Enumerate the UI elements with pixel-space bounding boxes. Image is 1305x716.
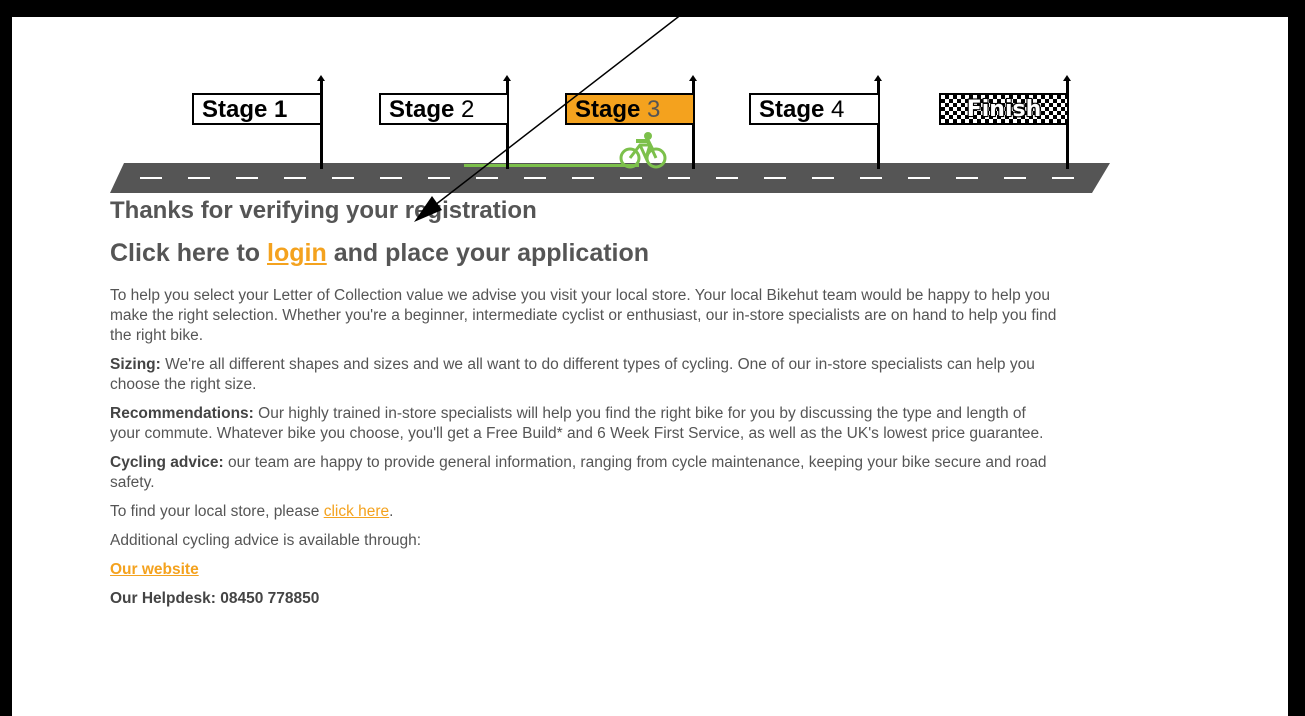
- stage-3-flag: Stage 3: [565, 93, 695, 125]
- login-call-to-action: Click here to login and place your appli…: [110, 239, 1270, 268]
- stage-3-word: Stage: [575, 96, 641, 123]
- stage-1-number: 1: [274, 96, 288, 123]
- sizing-paragraph: Sizing: We're all different shapes and s…: [110, 355, 1060, 395]
- stage-4-number: 4: [831, 96, 845, 123]
- stage-1-flag: Stage 1: [192, 93, 322, 125]
- login-link[interactable]: login: [267, 239, 327, 267]
- cta-suffix: and place your application: [333, 239, 650, 267]
- progress-track: [464, 164, 639, 167]
- cycling-advice-paragraph: Cycling advice: our team are happy to pr…: [110, 453, 1060, 493]
- store-suffix: .: [389, 503, 394, 520]
- stage-4-word: Stage: [759, 96, 825, 123]
- stage-2-flag: Stage 2: [379, 93, 509, 125]
- sizing-label: Sizing:: [110, 356, 161, 373]
- finish-flag: Finish: [939, 93, 1069, 125]
- stage-2-word: Stage: [389, 96, 455, 123]
- stage-2-number: 2: [461, 96, 475, 123]
- stage-progress-bar: Stage 1 Stage 2 Stage 3 Stage 4 Finish: [12, 17, 1288, 197]
- main-content: Thanks for verifying your registration C…: [110, 195, 1270, 618]
- intro-paragraph: To help you select your Letter of Collec…: [110, 287, 1057, 344]
- stage-4-flag: Stage 4: [749, 93, 880, 125]
- cta-prefix: Click here to: [110, 239, 261, 267]
- info-text: To help you select your Letter of Collec…: [110, 286, 1060, 609]
- recommendations-paragraph: Recommendations: Our highly trained in-s…: [110, 404, 1060, 444]
- additional-advice: Additional cycling advice is available t…: [110, 532, 422, 549]
- stage-3-number: 3: [647, 96, 661, 123]
- stage-1-word: Stage: [202, 96, 268, 123]
- sizing-text: We're all different shapes and sizes and…: [110, 356, 1035, 393]
- helpdesk-number: Our Helpdesk: 08450 778850: [110, 590, 320, 607]
- road-graphic: [110, 163, 1110, 193]
- cycling-advice-text: our team are happy to provide general in…: [110, 454, 1047, 491]
- store-finder-paragraph: To find your local store, please click h…: [110, 502, 1060, 522]
- page-title: Thanks for verifying your registration: [110, 197, 537, 224]
- page-frame: Stage 1 Stage 2 Stage 3 Stage 4 Finish T…: [12, 17, 1288, 716]
- recommendations-label: Recommendations:: [110, 405, 254, 422]
- store-finder-link[interactable]: click here: [324, 503, 389, 520]
- website-paragraph: Our website: [110, 560, 1060, 580]
- cyclist-icon: [619, 132, 667, 169]
- cycling-advice-label: Cycling advice:: [110, 454, 224, 471]
- website-link[interactable]: Our website: [110, 561, 199, 578]
- store-prefix: To find your local store, please: [110, 503, 320, 520]
- finish-label: Finish: [966, 97, 1042, 122]
